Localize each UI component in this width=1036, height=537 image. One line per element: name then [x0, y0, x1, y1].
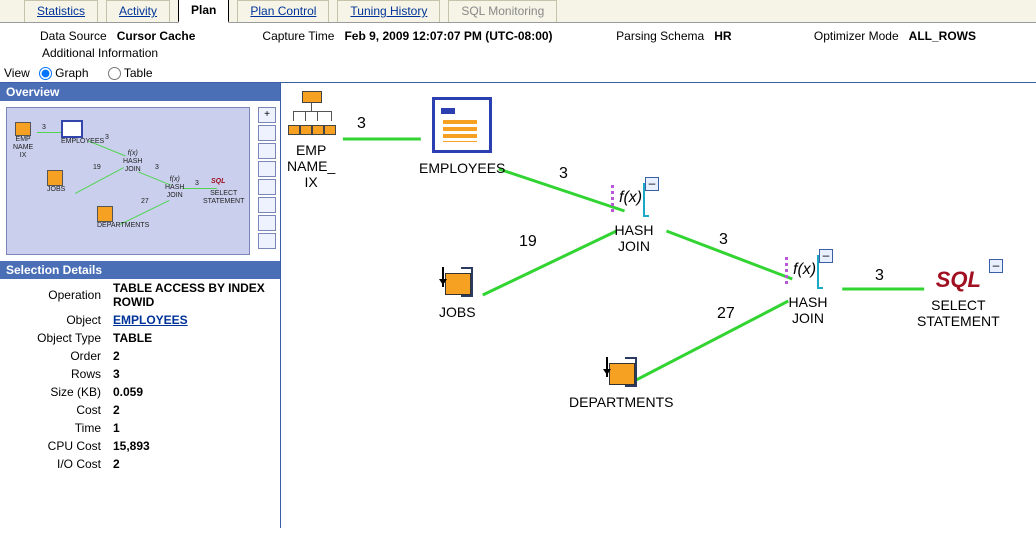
optimizer-mode-value: ALL_ROWS: [909, 29, 976, 43]
table-row: Order2: [0, 347, 280, 365]
edge-label: 3: [719, 231, 728, 249]
tab-plan[interactable]: Plan: [178, 0, 229, 23]
table-row: OperationTABLE ACCESS BY INDEX ROWID: [0, 279, 280, 311]
view-row: View Graph Table: [0, 64, 1036, 82]
index-icon: [288, 91, 334, 135]
tab-bar: Statistics Activity Plan Plan Control Tu…: [0, 0, 1036, 23]
collapse-icon[interactable]: –: [645, 177, 659, 191]
zoom-in-button[interactable]: +: [258, 107, 276, 123]
table-row: CPU Cost15,893: [0, 437, 280, 455]
table-row: ObjectEMPLOYEES: [0, 311, 280, 329]
additional-information-link[interactable]: Additional Information: [0, 46, 1036, 64]
zoom-step-7[interactable]: [258, 233, 276, 249]
hash-join-icon: f(x) –: [611, 183, 657, 215]
object-link[interactable]: EMPLOYEES: [113, 313, 188, 327]
table-row: Rows3: [0, 365, 280, 383]
view-graph-option[interactable]: Graph: [33, 66, 88, 80]
collapse-icon[interactable]: –: [819, 249, 833, 263]
data-source-label: Data Source: [40, 29, 107, 43]
sql-icon: SQL –: [936, 267, 981, 293]
table-icon: [439, 261, 475, 297]
edge-label: 27: [717, 305, 735, 323]
overview-panel: EMP NAME IX 3 EMPLOYEES 3 JOBS 19 f(x)HA…: [0, 101, 280, 261]
collapse-icon[interactable]: –: [989, 259, 1003, 273]
node-select-statement[interactable]: SQL – SELECT STATEMENT: [917, 267, 1000, 329]
hash-join-icon: f(x) –: [785, 255, 831, 287]
view-graph-radio[interactable]: [39, 67, 52, 80]
capture-time-label: Capture Time: [262, 29, 334, 43]
table-row: Time1: [0, 419, 280, 437]
edge-label: 3: [875, 267, 884, 285]
table-row: Cost2: [0, 401, 280, 419]
view-table-option[interactable]: Table: [102, 66, 153, 80]
table-icon: [603, 351, 639, 387]
node-hash-join-2[interactable]: f(x) – HASH JOIN: [785, 255, 831, 326]
view-table-radio[interactable]: [108, 67, 121, 80]
selection-details-header: Selection Details: [0, 261, 280, 279]
node-departments[interactable]: DEPARTMENTS: [569, 351, 674, 410]
zoom-step-3[interactable]: [258, 161, 276, 177]
data-source-value: Cursor Cache: [117, 29, 196, 43]
zoom-toolbar: +: [256, 101, 280, 261]
zoom-step-2[interactable]: [258, 143, 276, 159]
table-row: Object TypeTABLE: [0, 329, 280, 347]
tab-tuning-history[interactable]: Tuning History: [337, 0, 440, 22]
edge-label: 3: [357, 115, 366, 133]
optimizer-mode-label: Optimizer Mode: [814, 29, 899, 43]
info-bar: Data Source Cursor Cache Capture Time Fe…: [0, 23, 1036, 46]
table-row: Size (KB)0.059: [0, 383, 280, 401]
node-hash-join-1[interactable]: f(x) – HASH JOIN: [611, 183, 657, 254]
table-access-icon: [432, 97, 492, 153]
overview-thumbnail[interactable]: EMP NAME IX 3 EMPLOYEES 3 JOBS 19 f(x)HA…: [6, 107, 250, 255]
node-jobs[interactable]: JOBS: [439, 261, 476, 320]
zoom-step-1[interactable]: [258, 125, 276, 141]
selection-details-panel: OperationTABLE ACCESS BY INDEX ROWID Obj…: [0, 279, 280, 528]
table-row: I/O Cost2: [0, 455, 280, 473]
overview-header: Overview: [0, 83, 280, 101]
plan-graph[interactable]: EMP NAME_ IX 3 EMPLOYEES 3 JOBS 19 f(x) …: [281, 83, 1036, 528]
tab-activity[interactable]: Activity: [106, 0, 170, 22]
parsing-schema-label: Parsing Schema: [616, 29, 704, 43]
node-emp-name-ix[interactable]: EMP NAME_ IX: [287, 91, 335, 190]
capture-time-value: Feb 9, 2009 12:07:07 PM (UTC-08:00): [344, 29, 552, 43]
edge-label: 19: [519, 233, 537, 251]
zoom-step-6[interactable]: [258, 215, 276, 231]
parsing-schema-value: HR: [714, 29, 731, 43]
zoom-step-5[interactable]: [258, 197, 276, 213]
tab-sql-monitoring: SQL Monitoring: [448, 0, 557, 22]
tab-statistics[interactable]: Statistics: [24, 0, 98, 22]
tab-plan-control[interactable]: Plan Control: [237, 0, 329, 22]
node-employees[interactable]: EMPLOYEES: [419, 97, 505, 176]
edge-label: 3: [559, 165, 568, 183]
view-label: View: [4, 66, 30, 80]
zoom-step-4[interactable]: [258, 179, 276, 195]
